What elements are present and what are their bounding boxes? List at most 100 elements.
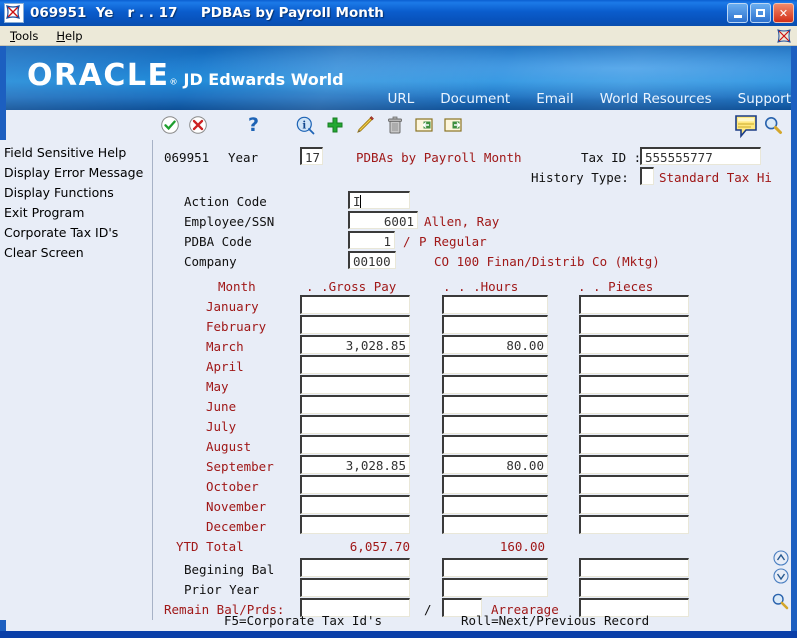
row-label-june: June — [206, 399, 237, 414]
help-question-icon[interactable]: ? — [243, 112, 263, 136]
employee-ssn-input[interactable]: 6001 — [348, 211, 418, 229]
pieces-june[interactable] — [579, 395, 689, 414]
row-label-october: October — [206, 479, 259, 494]
sidebar-item-display-error-message[interactable]: Display Error Message — [4, 163, 152, 183]
pieces-november[interactable] — [579, 495, 689, 514]
ytd-total-label: YTD Total — [176, 539, 244, 554]
banner-link-support[interactable]: Support — [738, 91, 791, 107]
hours-june[interactable] — [442, 395, 548, 414]
gross-pay-july[interactable] — [300, 415, 410, 434]
gross-pay-april[interactable] — [300, 355, 410, 374]
action-code-label: Action Code — [184, 194, 267, 209]
hours-november[interactable] — [442, 495, 548, 514]
pieces-december[interactable] — [579, 515, 689, 534]
gross-pay-january[interactable] — [300, 295, 410, 314]
add-plus-icon[interactable] — [325, 115, 345, 135]
sidebar-item-display-functions[interactable]: Display Functions — [4, 183, 152, 203]
export-icon[interactable] — [443, 115, 463, 135]
pieces-begining-bal[interactable] — [579, 558, 689, 577]
pieces-may[interactable] — [579, 375, 689, 394]
gross-pay-october[interactable] — [300, 475, 410, 494]
application-window: 069951 Ye r . . 17 PDBAs by Payroll Mont… — [0, 0, 797, 638]
info-icon[interactable]: i — [295, 115, 315, 135]
sidebar-item-corporate-tax-ids[interactable]: Corporate Tax ID's — [4, 223, 152, 243]
menu-item-help-label: elp — [65, 28, 83, 43]
gross-pay-begining-bal[interactable] — [300, 558, 410, 577]
toolbar: ? i — [0, 110, 797, 140]
pdba-code-input[interactable]: 1 — [348, 231, 395, 249]
pieces-september[interactable] — [579, 455, 689, 474]
tax-id-input[interactable]: 555555777 — [640, 147, 761, 165]
banner-link-email[interactable]: Email — [536, 91, 573, 107]
menu-bar: Tools Help — [0, 26, 797, 46]
pieces-july[interactable] — [579, 415, 689, 434]
scroll-up-button[interactable] — [773, 550, 789, 566]
hours-august[interactable] — [442, 435, 548, 454]
menu-item-tools-label: ools — [15, 28, 39, 43]
sidebar-item-field-sensitive-help[interactable]: Field Sensitive Help — [4, 143, 152, 163]
pieces-march[interactable] — [579, 335, 689, 354]
gross-pay-march[interactable]: 3,028.85 — [300, 335, 410, 354]
sidebar-item-clear-screen[interactable]: Clear Screen — [4, 243, 152, 263]
gross-pay-november[interactable] — [300, 495, 410, 514]
ok-check-icon[interactable] — [160, 115, 180, 135]
gross-pay-prior-year[interactable] — [300, 578, 410, 597]
row-label-july: July — [206, 419, 237, 434]
hours-april[interactable] — [442, 355, 548, 374]
menu-logo-icon — [776, 28, 792, 48]
search-icon[interactable] — [763, 115, 783, 135]
history-type-input[interactable] — [640, 167, 654, 185]
pieces-january[interactable] — [579, 295, 689, 314]
hours-may[interactable] — [442, 375, 548, 394]
gross-pay-may[interactable] — [300, 375, 410, 394]
ytd-total-gross-pay: 6,057.70 — [349, 539, 410, 554]
banner-link-world-resources[interactable]: World Resources — [600, 91, 712, 107]
gross-pay-june[interactable] — [300, 395, 410, 414]
hours-march[interactable]: 80.00 — [442, 335, 548, 354]
status-bar: F5=Corporate Tax Id's Roll=Next/Previous… — [156, 612, 791, 632]
pieces-october[interactable] — [579, 475, 689, 494]
scroll-down-button[interactable] — [773, 568, 789, 584]
notes-icon[interactable] — [733, 113, 759, 139]
prior-year-label: Prior Year — [184, 582, 260, 597]
hours-december[interactable] — [442, 515, 548, 534]
hours-begining-bal[interactable] — [442, 558, 548, 577]
banner-link-url[interactable]: URL — [387, 91, 414, 107]
hours-february[interactable] — [442, 315, 548, 334]
company-input[interactable]: 00100 — [348, 251, 396, 269]
pieces-april[interactable] — [579, 355, 689, 374]
pieces-august[interactable] — [579, 435, 689, 454]
gross-pay-august[interactable] — [300, 435, 410, 454]
year-input[interactable]: 17 — [300, 147, 323, 165]
pieces-prior-year[interactable] — [579, 578, 689, 597]
sidebar-item-exit-program[interactable]: Exit Program — [4, 203, 152, 223]
cancel-x-icon[interactable] — [188, 115, 208, 135]
hours-september[interactable]: 80.00 — [442, 455, 548, 474]
gross-pay-september[interactable]: 3,028.85 — [300, 455, 410, 474]
delete-trash-icon[interactable] — [385, 115, 405, 135]
row-label-may: May — [206, 379, 229, 394]
employee-ssn-label: Employee/SSN — [184, 214, 275, 229]
banner-link-document[interactable]: Document — [440, 91, 510, 107]
hours-january[interactable] — [442, 295, 548, 314]
grid-header-month: Month — [218, 279, 256, 294]
minimize-button[interactable] — [727, 3, 748, 23]
row-label-march: March — [206, 339, 244, 354]
close-button[interactable]: ✕ — [773, 3, 794, 23]
sidebar-menu: Field Sensitive Help Display Error Messa… — [0, 140, 152, 620]
gross-pay-december[interactable] — [300, 515, 410, 534]
hours-october[interactable] — [442, 475, 548, 494]
menu-item-help[interactable]: Help — [48, 28, 90, 44]
hours-prior-year[interactable] — [442, 578, 548, 597]
gross-pay-february[interactable] — [300, 315, 410, 334]
menu-item-tools[interactable]: Tools — [2, 28, 46, 44]
maximize-button[interactable] — [750, 3, 771, 23]
hours-july[interactable] — [442, 415, 548, 434]
magnify-button[interactable] — [771, 592, 789, 610]
main-form-panel: 069951 Year 17 PDBAs by Payroll Month Ta… — [156, 140, 791, 620]
action-code-input[interactable]: I — [348, 191, 410, 209]
pieces-february[interactable] — [579, 315, 689, 334]
sidebar-divider — [152, 140, 153, 620]
edit-pencil-icon[interactable] — [355, 115, 375, 135]
import-icon[interactable] — [414, 115, 434, 135]
